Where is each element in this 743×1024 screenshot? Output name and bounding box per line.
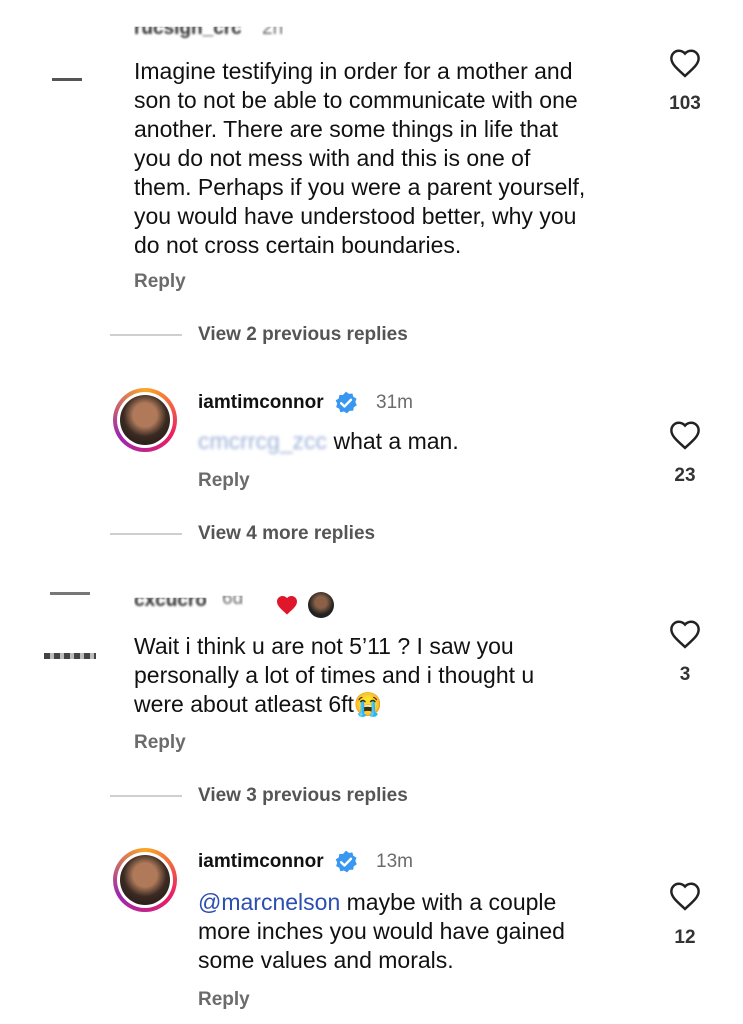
reply-body: maybe with a couple	[340, 889, 557, 915]
reply-timestamp: 13m	[376, 851, 413, 872]
comment-time-partial: 2h	[262, 18, 284, 39]
reply-line: more inches you would have gained	[198, 918, 565, 944]
heart-icon[interactable]	[668, 619, 702, 649]
avatar-fragment	[44, 653, 96, 659]
reply-button[interactable]: Reply	[198, 989, 250, 1011]
verified-badge-icon	[335, 391, 357, 414]
like-count: 3	[679, 664, 691, 685]
comment-line: son to not be able to communicate with o…	[134, 87, 578, 113]
comment-username-partial[interactable]: cxcucro	[134, 598, 207, 612]
view-more-replies-button[interactable]: View 4 more replies	[198, 523, 375, 545]
view-previous-replies-button[interactable]: View 3 previous replies	[198, 785, 408, 807]
comment-line: you would have understood better, why yo…	[134, 203, 577, 229]
creator-liked-avatar	[308, 592, 334, 618]
thread-divider	[110, 533, 182, 535]
mention-link[interactable]: @marcnelson	[198, 889, 340, 915]
reply-text: cmcrrcg_zcc what a man.	[198, 427, 459, 456]
reply-button[interactable]: Reply	[198, 470, 250, 492]
view-previous-replies-button[interactable]: View 2 previous replies	[198, 324, 408, 346]
comment-line: another. There are some things in life t…	[134, 116, 559, 142]
comment-line: you do not mess with and this is one of	[134, 145, 531, 171]
heart-icon[interactable]	[668, 881, 702, 911]
reply-username[interactable]: iamtimconnor	[198, 392, 324, 414]
like-count: 103	[669, 93, 701, 114]
avatar[interactable]	[113, 848, 177, 912]
reply-text: @marcnelson maybe with a couple more inc…	[198, 888, 638, 975]
comment-text: Imagine testifying in order for a mother…	[134, 57, 654, 260]
avatar[interactable]	[113, 388, 177, 452]
like-count: 23	[674, 465, 696, 486]
reply-body: what a man.	[333, 428, 459, 454]
comment-username-partial[interactable]: rucsign_crc	[134, 27, 242, 40]
comment-text: Wait i think u are not 5’11 ? I saw you …	[134, 632, 654, 719]
reply-line: some values and morals.	[198, 947, 454, 973]
avatar[interactable]	[50, 592, 90, 595]
heart-filled-icon	[277, 596, 297, 615]
reply-timestamp: 31m	[376, 392, 413, 413]
reply-button[interactable]: Reply	[134, 732, 186, 754]
comment-time-partial: 6d	[222, 588, 244, 609]
reply-username[interactable]: iamtimconnor	[198, 851, 324, 873]
heart-icon[interactable]	[668, 48, 702, 78]
thread-divider	[110, 334, 182, 336]
comment-line: them. Perhaps if you were a parent yours…	[134, 174, 586, 200]
comment-line: personally a lot of times and i thought …	[134, 662, 535, 688]
blurred-mention[interactable]: cmcrrcg_zcc	[198, 428, 327, 454]
thread-divider	[110, 795, 182, 797]
comment-line: were about atleast 6ft😭	[134, 691, 383, 717]
avatar[interactable]	[52, 78, 82, 81]
comment-line: Imagine testifying in order for a mother…	[134, 58, 573, 84]
verified-badge-icon	[335, 850, 357, 873]
heart-icon[interactable]	[668, 420, 702, 450]
comment-line: Wait i think u are not 5’11 ? I saw you	[134, 633, 514, 659]
reply-button[interactable]: Reply	[134, 271, 186, 293]
comment-line: do not cross certain boundaries.	[134, 232, 462, 258]
like-count: 12	[674, 927, 696, 948]
